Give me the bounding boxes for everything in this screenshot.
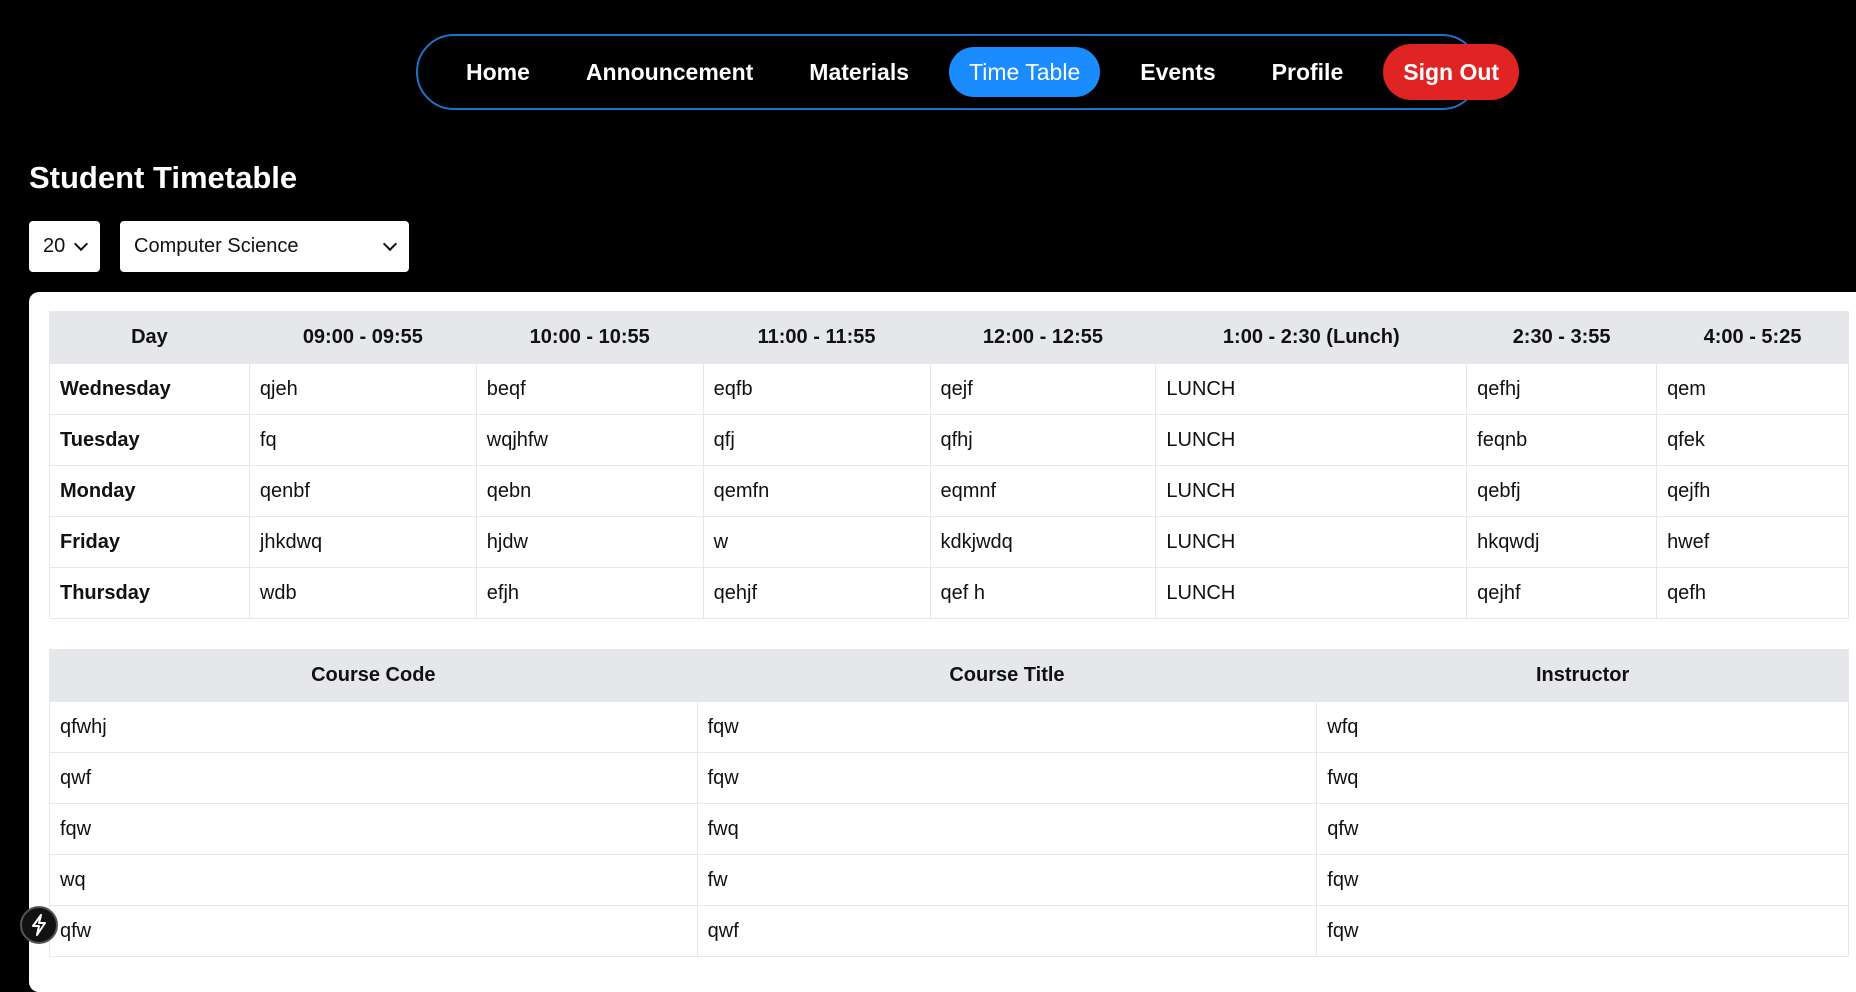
table-cell: LUNCH [1155,516,1468,568]
table-cell: fq [248,414,477,466]
sign-out-button[interactable]: Sign Out [1383,44,1520,100]
table-cell: LUNCH [1155,414,1468,466]
day-cell: Tuesday [49,414,250,466]
timetable-table: Day 09:00 - 09:55 10:00 - 10:55 11:00 - … [49,311,1849,619]
table-cell: qejhf [1466,567,1658,619]
table-row: Friday jhkdwq hjdw w kdkjwdq LUNCH hkqwd… [49,516,1849,568]
table-cell: hwef [1656,516,1849,568]
table-cell: qehjf [702,567,931,619]
column-header: 11:00 - 11:55 [702,311,931,364]
course-code-cell: wq [49,854,698,906]
table-cell: qem [1656,363,1849,415]
column-header: Day [49,311,250,364]
column-header: 09:00 - 09:55 [248,311,477,364]
day-cell: Thursday [49,567,250,619]
table-cell: kdkjwdq [929,516,1157,568]
instructor-cell: fqw [1316,854,1849,906]
department-select[interactable]: Computer Science [120,221,409,272]
chevron-down-icon [382,236,398,252]
table-cell: beqf [475,363,704,415]
timetable-header-row: Day 09:00 - 09:55 10:00 - 10:55 11:00 - … [49,311,1849,364]
table-cell: qfek [1656,414,1849,466]
table-row: qfw qwf fqw [49,905,1849,957]
table-cell: feqnb [1466,414,1658,466]
table-row: Thursday wdb efjh qehjf qef h LUNCH qejh… [49,567,1849,619]
table-cell: LUNCH [1155,465,1468,517]
table-cell: wdb [248,567,477,619]
table-cell: qfj [702,414,931,466]
course-code-cell: qwf [49,752,698,804]
day-cell: Friday [49,516,250,568]
table-row: wq fw fqw [49,854,1849,906]
instructor-cell: fqw [1316,905,1849,957]
table-cell: qfhj [929,414,1157,466]
column-header: 1:00 - 2:30 (Lunch) [1155,311,1468,364]
table-row: fqw fwq qfw [49,803,1849,855]
table-cell: eqfb [702,363,931,415]
day-cell: Wednesday [49,363,250,415]
column-header: Instructor [1316,649,1849,702]
table-cell: hkqwdj [1466,516,1658,568]
course-code-cell: qfwhj [49,701,698,753]
table-cell: qefh [1656,567,1849,619]
table-cell: LUNCH [1155,363,1468,415]
year-select-value: 20 [43,235,66,257]
table-cell: qejf [929,363,1157,415]
table-cell: qejfh [1656,465,1849,517]
instructor-cell: qfw [1316,803,1849,855]
main-navigation: Home Announcement Materials Time Table E… [416,34,1520,110]
timetable-panel: Day 09:00 - 09:55 10:00 - 10:55 11:00 - … [29,292,1856,992]
column-header: Course Code [49,649,698,702]
course-title-cell: fw [696,854,1318,906]
chevron-down-icon [73,236,89,252]
year-select[interactable]: 20 [29,221,100,272]
table-cell: w [702,516,931,568]
course-code-cell: fqw [49,803,698,855]
column-header: 2:30 - 3:55 [1466,311,1658,364]
courses-header-row: Course Code Course Title Instructor [49,649,1849,702]
table-cell: qenbf [248,465,477,517]
table-cell: qefhj [1466,363,1658,415]
table-cell: LUNCH [1155,567,1468,619]
table-row: Monday qenbf qebn qemfn eqmnf LUNCH qebf… [49,465,1849,517]
column-header: 4:00 - 5:25 [1656,311,1849,364]
courses-table: Course Code Course Title Instructor qfwh… [49,649,1849,957]
page-title: Student Timetable [29,160,298,195]
table-cell: qemfn [702,465,931,517]
table-row: Wednesday qjeh beqf eqfb qejf LUNCH qefh… [49,363,1849,415]
table-cell: efjh [475,567,704,619]
column-header: Course Title [696,649,1318,702]
nav-announcement[interactable]: Announcement [558,47,781,97]
table-row: Tuesday fq wqjhfw qfj qfhj LUNCH feqnb q… [49,414,1849,466]
table-row: qwf fqw fwq [49,752,1849,804]
nav-home[interactable]: Home [438,47,558,97]
course-title-cell: qwf [696,905,1318,957]
table-cell: jhkdwq [248,516,477,568]
table-cell: wqjhfw [475,414,704,466]
nav-materials[interactable]: Materials [781,47,937,97]
instructor-cell: wfq [1316,701,1849,753]
table-cell: qef h [929,567,1157,619]
lightning-bolt-icon[interactable] [20,906,58,944]
table-cell: qebn [475,465,704,517]
table-cell: qebfj [1466,465,1658,517]
department-select-value: Computer Science [134,235,299,257]
column-header: 10:00 - 10:55 [475,311,704,364]
course-title-cell: fqw [696,701,1318,753]
nav-profile[interactable]: Profile [1244,47,1372,97]
table-cell: qjeh [248,363,477,415]
course-title-cell: fqw [696,752,1318,804]
day-cell: Monday [49,465,250,517]
nav-time-table[interactable]: Time Table [949,47,1101,97]
instructor-cell: fwq [1316,752,1849,804]
table-row: qfwhj fqw wfq [49,701,1849,753]
table-cell: eqmnf [929,465,1157,517]
table-cell: hjdw [475,516,704,568]
lightning-bolt-glyph [32,914,46,936]
column-header: 12:00 - 12:55 [929,311,1157,364]
nav-events[interactable]: Events [1112,47,1243,97]
course-title-cell: fwq [696,803,1318,855]
course-code-cell: qfw [49,905,698,957]
